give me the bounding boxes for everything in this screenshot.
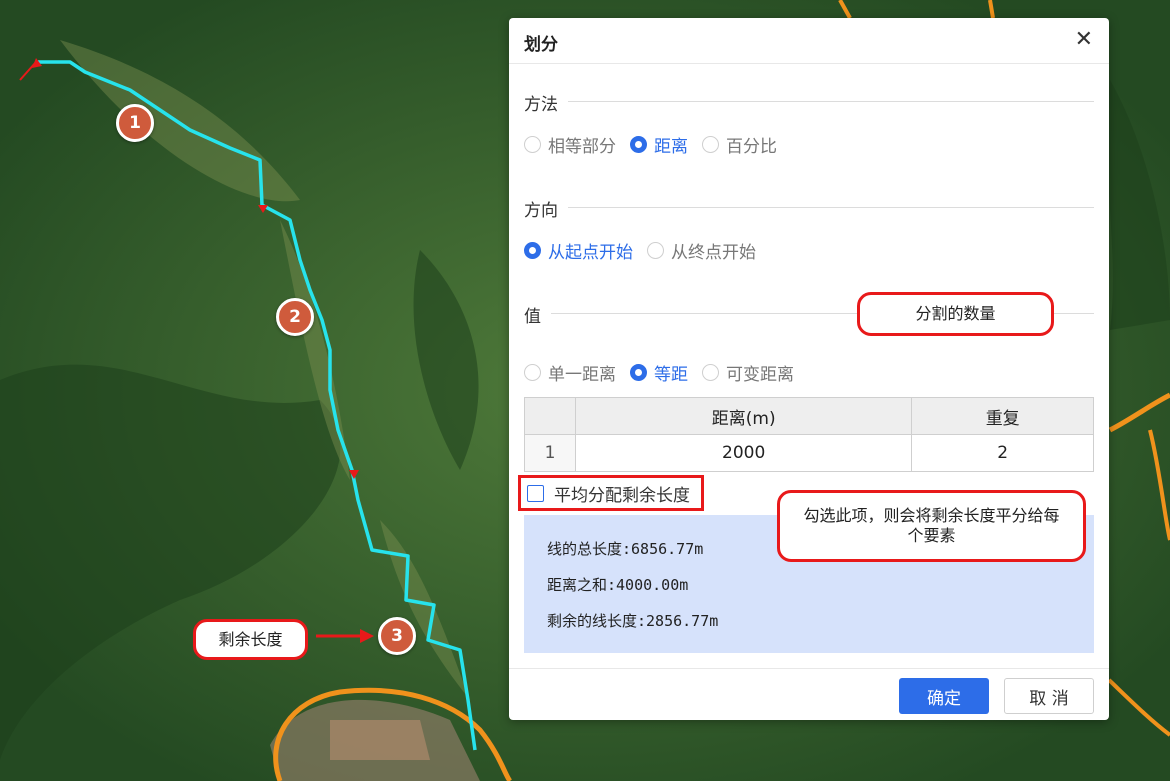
radio-dot: [524, 242, 541, 259]
radio-dot: [524, 364, 541, 381]
radio-label: 百分比: [726, 137, 777, 157]
radio-dot: [702, 136, 719, 153]
dialog-footer: 确定 取 消: [509, 668, 1109, 720]
radio-label: 等距: [654, 365, 688, 385]
dialog-title: 划分: [524, 35, 558, 55]
radio-label: 单一距离: [548, 365, 616, 385]
route-marker-3[interactable]: 3: [378, 617, 416, 655]
radio-label: 可变距离: [726, 365, 794, 385]
confirm-button[interactable]: 确定: [899, 678, 989, 714]
close-icon[interactable]: ✕: [1075, 28, 1093, 52]
dialog-header: 划分 ✕: [509, 18, 1109, 64]
radio-single-distance[interactable]: 单一距离: [524, 360, 616, 385]
radio-distance[interactable]: 距离: [630, 132, 688, 157]
checkbox-label: 平均分配剩余长度: [554, 485, 690, 506]
direction-label: 方向: [524, 196, 568, 221]
value-radio-group: 单一距离 等距 可变距离: [524, 360, 808, 385]
distribute-remainder-checkbox[interactable]: 平均分配剩余长度: [518, 475, 704, 511]
callout-check-tip: 勾选此项，则会将剩余长度平分给每个要素: [777, 490, 1086, 562]
column-header-distance: 距离(m): [574, 397, 913, 435]
table-row: 1 2000 2: [524, 434, 1094, 472]
radio-dot: [647, 242, 664, 259]
radio-label: 从起点开始: [548, 243, 633, 263]
direction-radio-group: 从起点开始 从终点开始: [524, 238, 770, 263]
method-label: 方法: [524, 90, 568, 115]
distance-sum-text: 距离之和:4000.00m: [547, 576, 689, 594]
radio-label: 相等部分: [548, 137, 616, 157]
distance-table: 距离(m) 重复 1 2000 2: [524, 397, 1094, 472]
radio-variable-distance[interactable]: 可变距离: [702, 360, 794, 385]
cancel-button[interactable]: 取 消: [1004, 678, 1094, 714]
route-marker-1[interactable]: 1: [116, 104, 154, 142]
distance-cell[interactable]: 2000: [574, 434, 913, 472]
callout-remaining-length: 剩余长度: [193, 619, 308, 660]
column-header-index: [524, 397, 576, 435]
radio-equal-interval[interactable]: 等距: [630, 360, 688, 385]
radio-from-start[interactable]: 从起点开始: [524, 238, 633, 263]
row-index: 1: [524, 434, 576, 472]
radio-dot: [524, 136, 541, 153]
divider: [524, 101, 1094, 102]
radio-dot: [702, 364, 719, 381]
method-radio-group: 相等部分 距离 百分比: [524, 132, 791, 157]
radio-dot: [630, 136, 647, 153]
callout-split-count: 分割的数量: [857, 292, 1054, 336]
radio-equal-parts[interactable]: 相等部分: [524, 132, 616, 157]
remaining-length-text: 剩余的线长度:2856.77m: [547, 612, 719, 630]
split-dialog: 划分 ✕ 方法 相等部分 距离 百分比 方向 从起点开始 从终点开始 值 单一距…: [509, 18, 1109, 720]
radio-label: 从终点开始: [671, 243, 756, 263]
radio-dot: [630, 364, 647, 381]
radio-from-end[interactable]: 从终点开始: [647, 238, 756, 263]
radio-label: 距离: [654, 137, 688, 157]
table-header-row: 距离(m) 重复: [524, 397, 1094, 435]
column-header-repeat: 重复: [911, 397, 1094, 435]
checkbox-box[interactable]: [527, 484, 544, 502]
value-label: 值: [524, 302, 551, 327]
radio-percentage[interactable]: 百分比: [702, 132, 777, 157]
route-marker-2[interactable]: 2: [276, 298, 314, 336]
repeat-cell[interactable]: 2: [911, 434, 1094, 472]
divider: [524, 207, 1094, 208]
